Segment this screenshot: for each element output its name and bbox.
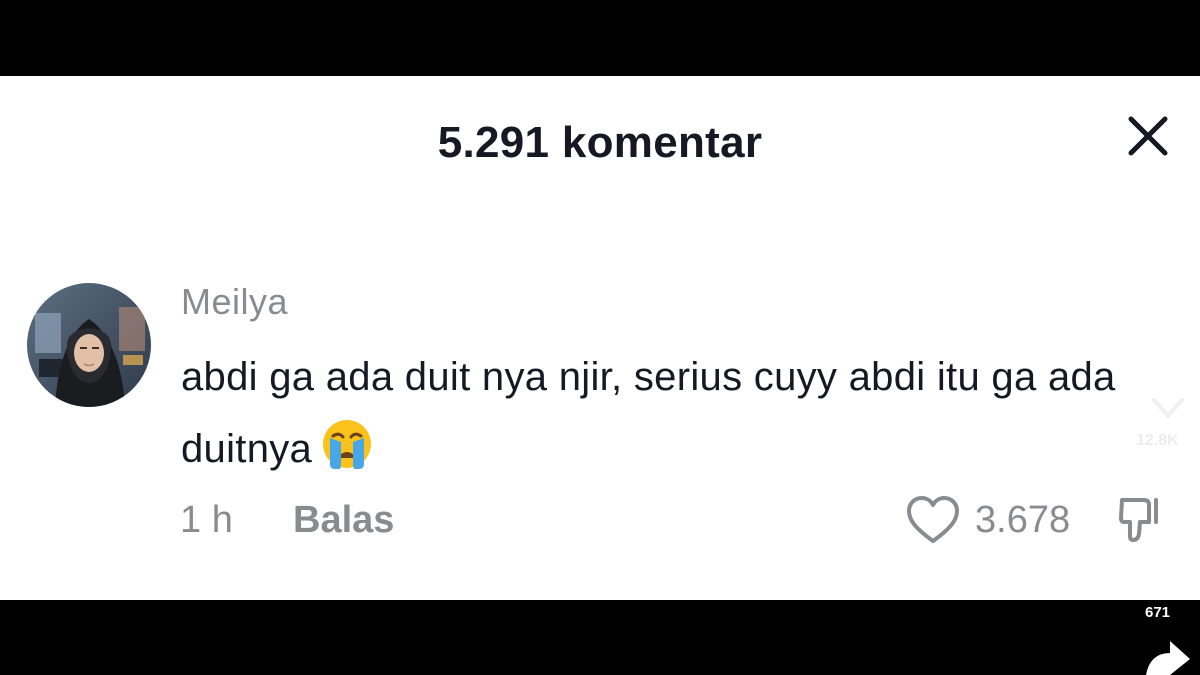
thumbs-down-icon [1119, 498, 1158, 542]
comment-time: 1 h [180, 499, 233, 541]
close-button[interactable] [1122, 110, 1174, 162]
background-count: 12.8K [1136, 432, 1179, 449]
avatar[interactable] [27, 283, 151, 407]
comments-sheet: 5.291 komentar Meilya abdi ga ada duit n… [0, 76, 1200, 600]
loudly-crying-face-emoji [323, 420, 372, 469]
heart-icon [907, 496, 959, 543]
comments-count-title: 5.291 komentar [437, 118, 763, 167]
share-button[interactable] [1138, 637, 1194, 675]
like-button[interactable] [905, 494, 961, 548]
reply-button[interactable]: Balas [293, 499, 394, 542]
share-arrow-icon [1146, 641, 1190, 675]
comment-text: abdi ga ada duit nya njir, serius cuyy a… [181, 341, 1171, 485]
close-icon [1128, 116, 1168, 156]
chevron-down-icon [1152, 398, 1184, 418]
comment-username[interactable]: Meilya [181, 281, 288, 323]
screen: 5.291 komentar Meilya abdi ga ada duit n… [0, 0, 1200, 675]
share-count: 671 [1145, 604, 1171, 621]
dislike-button[interactable] [1118, 492, 1164, 548]
like-count: 3.678 [975, 499, 1071, 541]
